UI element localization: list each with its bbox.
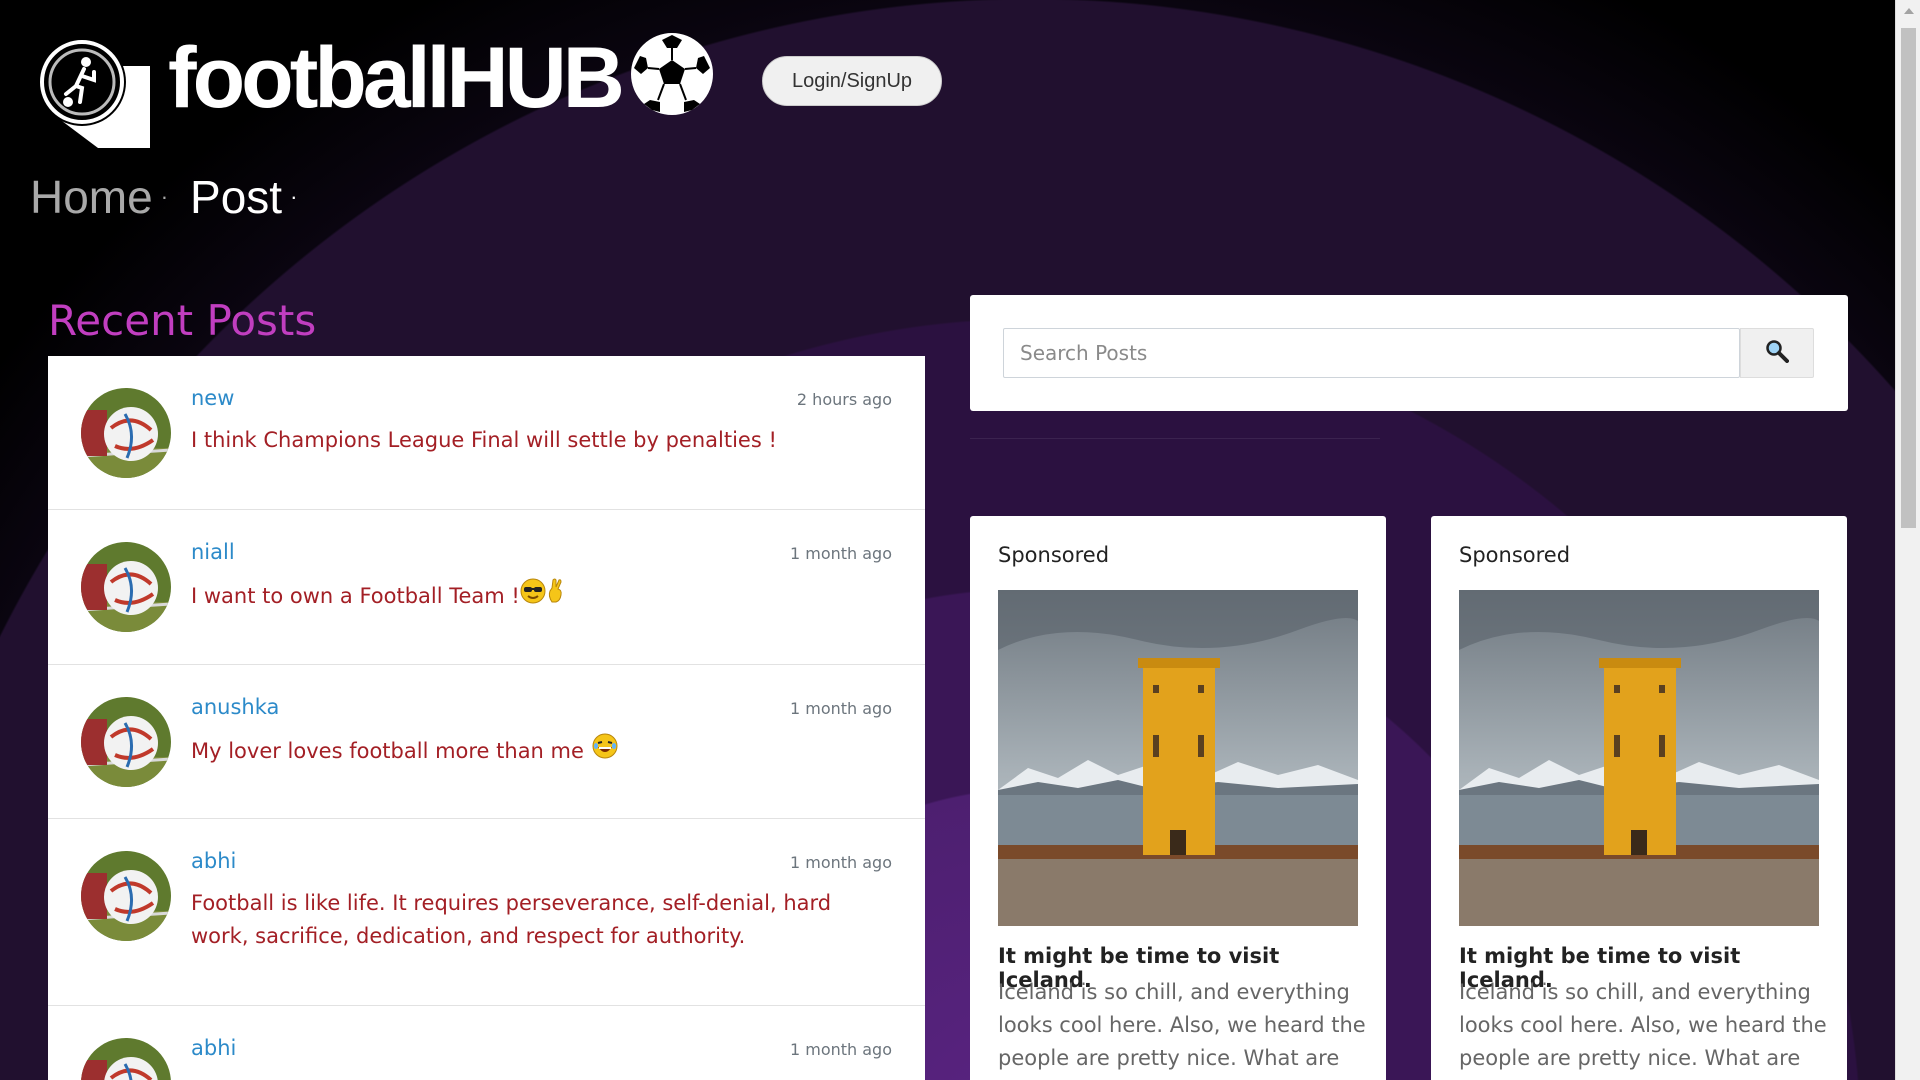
post-text-row: My lover loves football more than me: [191, 733, 891, 769]
post-text: My lover loves football more than me: [191, 738, 584, 763]
post-timestamp: 1 month ago: [789, 853, 892, 872]
divider: [970, 438, 1380, 439]
recent-posts-heading: Recent Posts: [48, 296, 317, 345]
post-username[interactable]: abhi: [191, 1036, 236, 1060]
page-scrollbar[interactable]: [1895, 0, 1920, 1080]
list-item[interactable]: new 2 hours ago I think Champions League…: [48, 356, 925, 510]
sunglasses-emoji-icon: [520, 578, 546, 614]
nav-separator: ·: [160, 184, 169, 209]
scrollbar-thumb[interactable]: [1901, 28, 1916, 528]
crossed-fingers-emoji-icon: [546, 578, 566, 614]
post-timestamp: 1 month ago: [789, 699, 892, 718]
post-username[interactable]: niall: [191, 540, 235, 564]
search-input[interactable]: [1003, 328, 1740, 378]
football-avatar-icon: [81, 1038, 171, 1080]
nav-separator: ·: [290, 184, 298, 209]
nav-post-link[interactable]: Post: [190, 170, 282, 224]
iceland-lighthouse-image[interactable]: [1459, 590, 1819, 926]
laughing-tears-emoji-icon: [592, 733, 618, 769]
sponsored-body: Iceland is so chill, and everything look…: [998, 980, 1366, 1080]
football-avatar-icon: [81, 697, 171, 787]
scroll-up-arrow-icon[interactable]: [1904, 8, 1914, 14]
football-avatar-icon: [81, 388, 171, 478]
brand-name[interactable]: footballHUB: [168, 28, 625, 128]
list-item[interactable]: niall 1 month ago I want to own a Footba…: [48, 510, 925, 665]
list-item[interactable]: anushka 1 month ago My lover loves footb…: [48, 665, 925, 819]
search-card: [970, 295, 1848, 411]
football-avatar-icon: [81, 851, 171, 941]
post-username[interactable]: new: [191, 386, 234, 410]
list-item[interactable]: abhi 1 month ago: [48, 1006, 925, 1080]
site-logo-icon[interactable]: [36, 36, 150, 148]
post-text: Football is like life. It requires perse…: [191, 891, 832, 948]
login-signup-button[interactable]: Login/SignUp: [762, 56, 942, 106]
post-timestamp: 1 month ago: [789, 544, 892, 563]
search-button[interactable]: [1740, 328, 1814, 378]
iceland-lighthouse-image[interactable]: [998, 590, 1358, 926]
football-avatar-icon: [81, 542, 171, 632]
sponsored-label: Sponsored: [1459, 543, 1571, 567]
soccer-ball-icon: [630, 32, 714, 116]
breadcrumb: Home · Post ·: [30, 170, 297, 224]
post-text-row: I want to own a Football Team !: [191, 578, 891, 614]
post-text: I think Champions League Final will sett…: [191, 428, 777, 452]
sponsored-label: Sponsored: [998, 543, 1110, 567]
post-username[interactable]: abhi: [191, 849, 236, 873]
post-text: I want to own a Football Team !: [191, 583, 520, 608]
post-timestamp: 1 month ago: [789, 1040, 892, 1059]
list-item[interactable]: abhi 1 month ago Football is like life. …: [48, 819, 925, 1006]
magnifier-icon: [1765, 339, 1789, 367]
post-username[interactable]: anushka: [191, 695, 279, 719]
sponsored-card[interactable]: Sponsored It might be time to visit Icel…: [970, 516, 1386, 1080]
sponsored-body: Iceland is so chill, and everything look…: [1459, 980, 1827, 1080]
nav-home-link[interactable]: Home: [30, 170, 153, 224]
post-timestamp: 2 hours ago: [796, 390, 892, 409]
posts-list: new 2 hours ago I think Champions League…: [48, 356, 925, 1080]
sponsored-card[interactable]: Sponsored It might be time to visit Icel…: [1431, 516, 1847, 1080]
